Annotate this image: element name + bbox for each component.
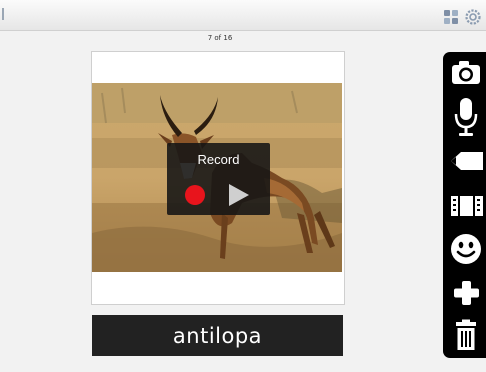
- card-caption[interactable]: antilopa: [92, 315, 343, 356]
- plus-icon[interactable]: [449, 277, 483, 307]
- page-counter: 7 of 16: [207, 34, 233, 42]
- microphone-icon[interactable]: [449, 96, 483, 138]
- record-title: Record: [197, 152, 240, 167]
- back-glyph-icon[interactable]: [2, 8, 12, 20]
- top-bar: [0, 0, 486, 31]
- pencil-icon[interactable]: [449, 146, 483, 176]
- tool-sidebar: [443, 52, 486, 358]
- trash-icon[interactable]: [449, 318, 483, 352]
- record-panel: Record: [167, 143, 270, 215]
- apps-icon[interactable]: [444, 10, 458, 24]
- camera-icon[interactable]: [449, 58, 483, 88]
- app-window: 7 of 16 Record antilopa: [0, 0, 486, 372]
- record-icon[interactable]: [185, 185, 205, 205]
- smiley-icon[interactable]: [449, 232, 483, 266]
- play-icon[interactable]: [229, 184, 249, 206]
- settings-icon[interactable]: [465, 9, 481, 25]
- film-icon[interactable]: [449, 190, 483, 220]
